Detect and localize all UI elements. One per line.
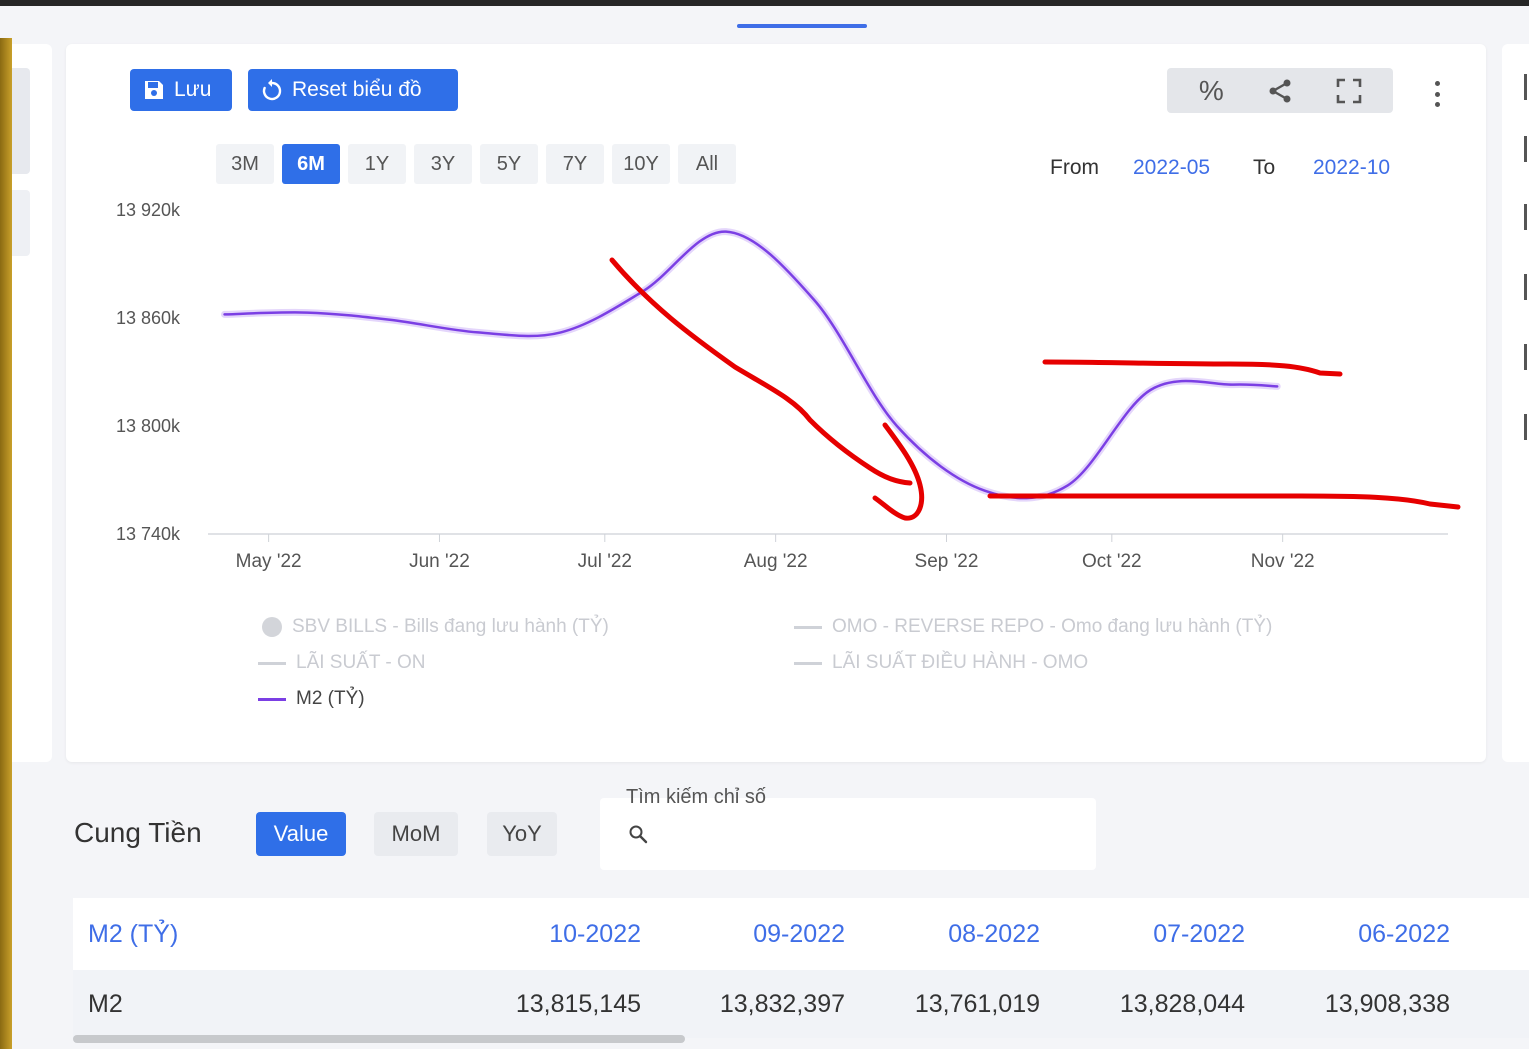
- range-1y-button[interactable]: 1Y: [348, 144, 406, 184]
- date-to-picker[interactable]: 2022-10: [1313, 156, 1390, 180]
- legend-label: OMO - REVERSE REPO - Omo đang lưu hành (…: [832, 616, 1273, 637]
- table-header-cell[interactable]: 08-2022: [840, 898, 1040, 970]
- legend-label: LÃI SUẤT ĐIỀU HÀNH - OMO: [832, 652, 1089, 673]
- table-cell: 13,815,145: [515, 989, 641, 1018]
- date-from-picker[interactable]: 2022-05: [1133, 156, 1210, 180]
- table-row: M2 13,815,145 13,832,397 13,761,019 13,8…: [73, 970, 1529, 1038]
- kebab-dot: [1434, 81, 1440, 86]
- share-icon: [1269, 79, 1291, 102]
- floppy-disk-icon: [145, 81, 163, 99]
- mom-tab-button[interactable]: MoM: [374, 812, 458, 856]
- range-all-button[interactable]: All: [678, 144, 736, 184]
- range-3y-button[interactable]: 3Y: [414, 144, 472, 184]
- right-panel-marker: [1524, 204, 1529, 230]
- legend-line-icon: [794, 625, 822, 629]
- left-panel-tab[interactable]: [12, 68, 30, 174]
- data-table: M2 (TỶ) 10-2022 09-2022 08-2022 07-2022 …: [73, 898, 1529, 1038]
- range-6m-button[interactable]: 6M: [282, 144, 340, 184]
- table-cell: 13,832,397: [719, 989, 845, 1018]
- range-5y-button[interactable]: 5Y: [480, 144, 538, 184]
- legend-label: M2 (TỶ): [296, 688, 365, 709]
- table-cell: 13,761,019: [914, 989, 1040, 1018]
- left-panel: [12, 44, 52, 762]
- right-panel-marker: [1524, 136, 1529, 162]
- legend-label: LÃI SUẤT - ON: [296, 652, 426, 673]
- table-cell: M2: [88, 989, 123, 1018]
- fullscreen-button[interactable]: [1329, 71, 1369, 111]
- reset-chart-button[interactable]: Reset biểu đồ: [248, 69, 458, 111]
- legend-line-icon: [794, 661, 822, 665]
- window-edge: [0, 38, 12, 1049]
- save-button[interactable]: Lưu: [130, 69, 232, 111]
- table-header-row: M2 (TỶ) 10-2022 09-2022 08-2022 07-2022 …: [73, 898, 1529, 970]
- table-header-cell[interactable]: 06-2022: [1250, 898, 1450, 970]
- legend-sbv-bills[interactable]: SBV BILLS - Bills đang lưu hành (TỶ): [262, 616, 609, 638]
- right-panel-marker: [1524, 274, 1529, 300]
- section-title: Cung Tiền: [74, 817, 202, 848]
- table-header-cell[interactable]: 07-2022: [1045, 898, 1245, 970]
- kebab-dot: [1434, 102, 1440, 107]
- range-10y-button[interactable]: 10Y: [612, 144, 670, 184]
- percent-icon: %: [1198, 74, 1224, 106]
- date-to-label: To: [1253, 156, 1276, 179]
- right-panel: [1502, 44, 1529, 762]
- right-panel-marker: [1524, 344, 1529, 370]
- share-button[interactable]: [1260, 71, 1300, 111]
- left-panel-tab[interactable]: [12, 190, 30, 256]
- yoy-tab-button[interactable]: YoY: [487, 812, 557, 856]
- top-bar: [0, 0, 1529, 6]
- legend-lai-suat-on[interactable]: LÃI SUẤT - ON: [258, 652, 426, 674]
- time-range-selector: 3M 6M 1Y 3Y 5Y 7Y 10Y All: [216, 144, 736, 184]
- right-panel-marker: [1524, 74, 1529, 100]
- search-input[interactable]: [660, 816, 1080, 852]
- chart-toolbar: %: [1167, 68, 1393, 113]
- active-tab-indicator: [737, 24, 867, 28]
- reset-icon: [262, 79, 282, 101]
- legend-line-icon: [258, 661, 286, 665]
- reset-chart-button-label: Reset biểu đồ: [292, 78, 422, 101]
- table-header-cell[interactable]: 09-2022: [645, 898, 845, 970]
- date-from-label: From: [1050, 156, 1099, 179]
- legend-dot-icon: [262, 617, 282, 637]
- value-tab-button[interactable]: Value: [256, 812, 346, 856]
- kebab-dot: [1434, 91, 1440, 97]
- percent-toggle-button[interactable]: %: [1191, 71, 1231, 111]
- legend-line-icon: [258, 697, 286, 701]
- range-3m-button[interactable]: 3M: [216, 144, 274, 184]
- table-cell: 13,828,044: [1119, 989, 1245, 1018]
- legend-omo-reverse-repo[interactable]: OMO - REVERSE REPO - Omo đang lưu hành (…: [794, 616, 1272, 638]
- legend-label: SBV BILLS - Bills đang lưu hành (TỶ): [292, 616, 609, 637]
- legend-m2[interactable]: M2 (TỶ): [258, 688, 365, 710]
- more-options-button[interactable]: [1427, 78, 1447, 110]
- range-7y-button[interactable]: 7Y: [546, 144, 604, 184]
- legend-lai-suat-dieu-hanh-omo[interactable]: LÃI SUẤT ĐIỀU HÀNH - OMO: [794, 652, 1088, 674]
- indicator-search-box: Tìm kiếm chỉ số: [600, 786, 1096, 870]
- search-icon: [629, 825, 648, 844]
- table-header-cell[interactable]: 10-2022: [441, 898, 641, 970]
- table-horizontal-scrollbar[interactable]: [73, 1035, 685, 1043]
- save-button-label: Lưu: [174, 78, 212, 101]
- search-label: Tìm kiếm chỉ số: [626, 786, 767, 808]
- right-panel-marker: [1524, 414, 1529, 440]
- fullscreen-icon: [1336, 78, 1361, 103]
- table-header-cell[interactable]: M2 (TỶ): [88, 898, 178, 970]
- table-cell: 13,908,338: [1324, 989, 1450, 1018]
